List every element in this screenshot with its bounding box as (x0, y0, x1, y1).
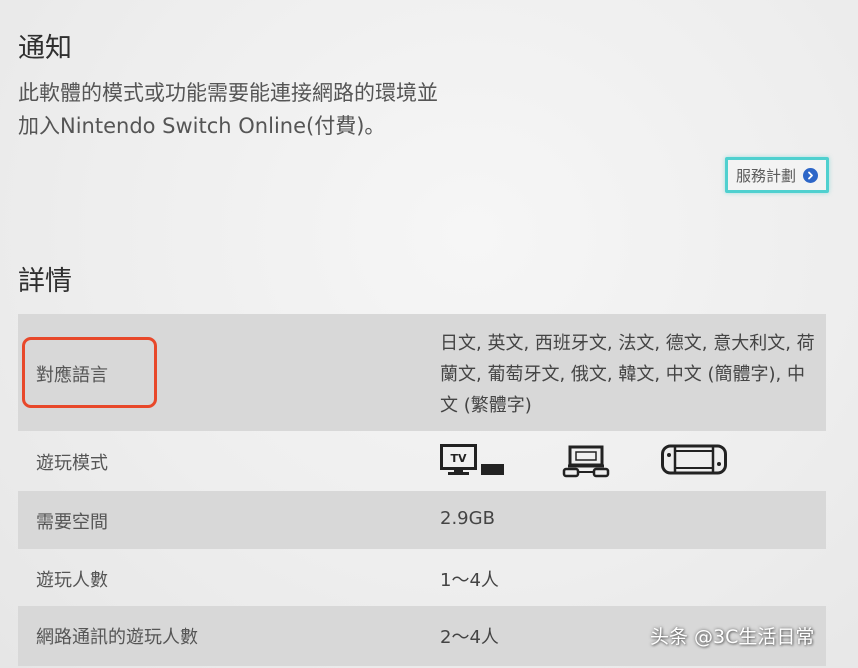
tv-mode-icon: TV (440, 444, 506, 482)
highlight-annotation (22, 337, 157, 408)
details-title: 詳情 (18, 266, 72, 297)
notice-body: 此軟體的模式或功能需要能連接網路的環境並 加入Nintendo Switch O… (18, 77, 538, 143)
languages-value: 日文, 英文, 西班牙文, 法文, 德文, 意大利文, 荷蘭文, 葡萄牙文, 俄… (440, 333, 815, 416)
chevron-right-icon (803, 167, 818, 183)
service-plan-label: 服務計劃 (735, 166, 796, 185)
space-value: 2.9GB (440, 508, 495, 529)
play-mode-label: 遊玩模式 (36, 453, 108, 474)
watermark: 头条 @3C生活日常 (650, 626, 815, 648)
players-label: 遊玩人數 (36, 570, 108, 591)
tv-badge: TV (450, 452, 467, 465)
online-players-label: 網路通訊的遊玩人數 (36, 627, 198, 648)
players-value: 1～4人 (440, 570, 499, 591)
space-label: 需要空間 (36, 512, 108, 533)
table-row-space: 需要空間 2.9GB (18, 491, 826, 549)
handheld-mode-icon (661, 444, 727, 480)
notice-title: 通知 (18, 33, 72, 64)
service-plan-button[interactable]: 服務計劃 (725, 157, 829, 193)
table-row-players: 遊玩人數 1～4人 (18, 549, 826, 606)
notice-body-line-1: 此軟體的模式或功能需要能連接網路的環境並 (18, 81, 438, 105)
notice-body-line-2: 加入Nintendo Switch Online(付費)。 (18, 114, 386, 138)
table-row-play-mode: 遊玩模式 TV (18, 431, 826, 491)
online-players-value: 2～4人 (440, 627, 499, 648)
tabletop-mode-icon (562, 444, 610, 482)
